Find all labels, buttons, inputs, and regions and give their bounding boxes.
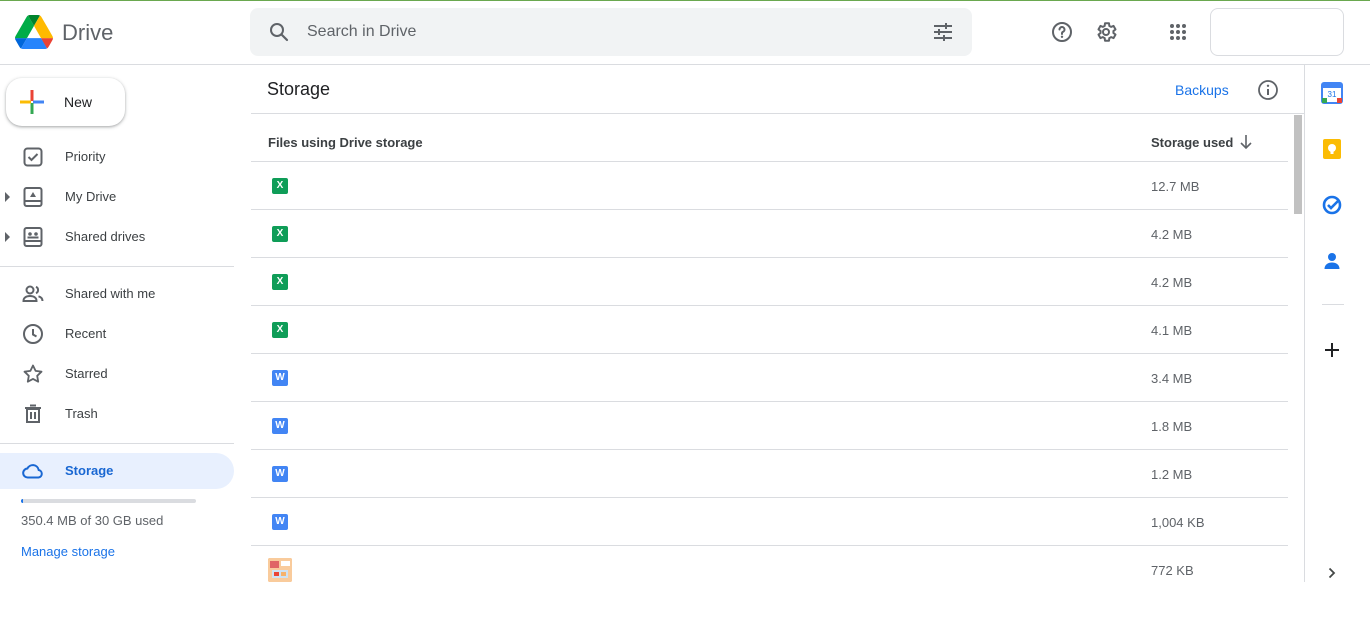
priority-icon: [23, 147, 43, 167]
storage-used-value: 4.2 MB: [1151, 227, 1193, 242]
calendar-day-text: 31: [1328, 90, 1337, 99]
sidebar-item-label: Storage: [65, 463, 114, 478]
new-button-label: New: [64, 94, 93, 110]
chevron-right-icon[interactable]: [1321, 562, 1343, 584]
sidebar-item-label: Shared with me: [65, 286, 156, 301]
storage-used-value: 772 KB: [1151, 563, 1194, 578]
my-drive-icon: [23, 187, 43, 207]
search-icon[interactable]: [267, 20, 291, 44]
star-icon: [23, 364, 43, 383]
table-row[interactable]: W 1.8 MB: [251, 402, 1288, 450]
sidebar-item-label: Trash: [65, 406, 98, 421]
shared-drives-icon: [23, 227, 43, 247]
storage-used-value: 1,004 KB: [1151, 515, 1205, 530]
sidebar-item-shared-with-me[interactable]: Shared with me: [0, 276, 234, 312]
app-header: Drive: [0, 1, 1370, 65]
plus-icon: [20, 90, 44, 114]
page-title: Storage: [267, 79, 331, 99]
storage-used-value: 1.8 MB: [1151, 419, 1193, 434]
storage-used-value: 4.2 MB: [1151, 275, 1193, 290]
calendar-icon[interactable]: 31: [1321, 82, 1343, 104]
word-file-icon: W: [272, 418, 288, 434]
add-addon-icon[interactable]: [1321, 339, 1343, 361]
product-name: Drive: [62, 20, 114, 45]
help-icon[interactable]: [1050, 20, 1074, 44]
sidebar-item-label: Priority: [65, 149, 106, 164]
table-row[interactable]: X 4.2 MB: [251, 210, 1288, 258]
people-icon: [22, 285, 44, 302]
backups-link[interactable]: Backups: [1175, 82, 1229, 98]
clock-icon: [23, 324, 43, 344]
storage-quota-fill: [21, 499, 23, 503]
sidebar-item-storage[interactable]: Storage: [0, 453, 234, 489]
excel-file-icon: X: [272, 178, 288, 194]
scrollbar-thumb[interactable]: [1294, 115, 1302, 214]
storage-used-value: 3.4 MB: [1151, 371, 1193, 386]
expand-arrow-icon[interactable]: [5, 232, 10, 242]
storage-used-value: 4.1 MB: [1151, 323, 1193, 338]
table-row[interactable]: W 1,004 KB: [251, 498, 1288, 546]
table-header: Files using Drive storage Storage used: [251, 114, 1288, 162]
table-row[interactable]: X 4.1 MB: [251, 306, 1288, 354]
contacts-icon[interactable]: [1321, 250, 1343, 272]
sidebar-item-label: Recent: [65, 326, 107, 341]
account-switcher[interactable]: [1210, 8, 1344, 56]
table-row[interactable]: X 4.2 MB: [251, 258, 1288, 306]
tasks-icon[interactable]: [1321, 194, 1343, 216]
manage-storage-link[interactable]: Manage storage: [21, 544, 115, 559]
side-panel-divider: [1322, 304, 1344, 305]
excel-file-icon: X: [272, 226, 288, 242]
storage-quota-bar: [21, 499, 196, 503]
trash-icon: [25, 404, 41, 423]
excel-file-icon: X: [272, 274, 288, 290]
cloud-icon: [22, 464, 43, 479]
sidebar-item-label: Starred: [65, 366, 108, 381]
file-list: X 12.7 MB X 4.2 MB X 4.2 MB X 4.1 MB W 3.4 MB W 1.8…: [251, 162, 1288, 582]
storage-used-value: 12.7 MB: [1151, 179, 1200, 194]
sort-descending-icon[interactable]: [1237, 133, 1255, 151]
sidebar-item-label: My Drive: [65, 189, 117, 204]
table-row[interactable]: X 12.7 MB: [251, 162, 1288, 210]
word-file-icon: W: [272, 514, 288, 530]
sidebar-item-recent[interactable]: Recent: [0, 316, 234, 352]
settings-icon[interactable]: [1094, 20, 1118, 44]
storage-quota-text: 350.4 MB of 30 GB used: [21, 513, 164, 528]
sidebar-item-shared-drives[interactable]: Shared drives: [0, 219, 234, 255]
sidebar-item-label: Shared drives: [65, 229, 146, 244]
excel-file-icon: X: [272, 322, 288, 338]
table-row[interactable]: W 1.2 MB: [251, 450, 1288, 498]
sidebar-item-priority[interactable]: Priority: [0, 139, 234, 175]
expand-arrow-icon[interactable]: [5, 192, 10, 202]
info-icon[interactable]: [1256, 78, 1280, 102]
search-input[interactable]: [307, 19, 867, 45]
sidebar-divider: [0, 443, 234, 444]
image-thumbnail-icon: [268, 558, 292, 582]
column-header-storage-used[interactable]: Storage used: [1151, 135, 1233, 150]
table-row[interactable]: W 3.4 MB: [251, 354, 1288, 402]
search-bar[interactable]: [250, 8, 972, 56]
keep-icon[interactable]: [1321, 138, 1343, 160]
word-file-icon: W: [272, 370, 288, 386]
sidebar-item-starred[interactable]: Starred: [0, 356, 234, 392]
new-button[interactable]: New: [6, 78, 125, 126]
table-row[interactable]: 772 KB: [251, 546, 1288, 582]
column-header-name: Files using Drive storage: [268, 135, 423, 150]
sidebar-item-my-drive[interactable]: My Drive: [0, 179, 234, 215]
word-file-icon: W: [272, 466, 288, 482]
storage-used-value: 1.2 MB: [1151, 467, 1193, 482]
search-options-icon[interactable]: [931, 20, 955, 44]
sidebar-item-trash[interactable]: Trash: [0, 396, 234, 432]
sidebar-divider: [0, 266, 234, 267]
drive-logo-icon[interactable]: [15, 15, 53, 49]
apps-icon[interactable]: [1166, 20, 1190, 44]
